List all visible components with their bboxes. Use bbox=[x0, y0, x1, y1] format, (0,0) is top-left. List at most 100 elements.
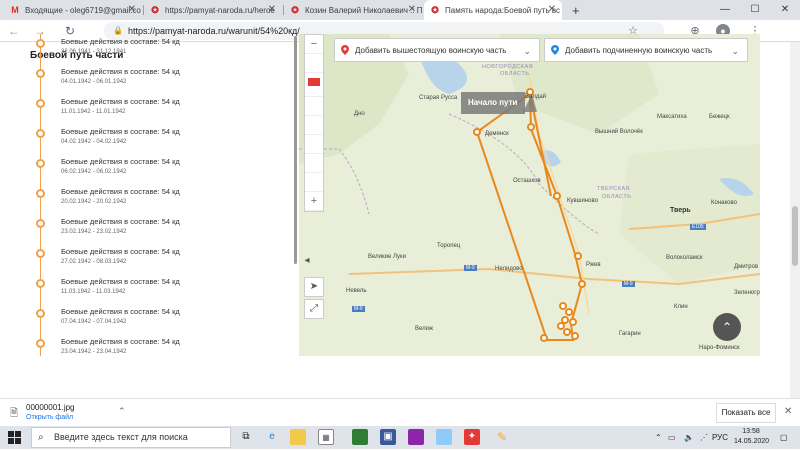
language-indicator[interactable]: РУС bbox=[712, 426, 728, 449]
close-download-bar-icon[interactable]: ✕ bbox=[784, 406, 792, 417]
timeline-item[interactable]: Боевые действия в составе: 54 кд 11.03.19… bbox=[30, 276, 290, 306]
timeline-item-dates: 23.04.1942 - 23.04.1942 bbox=[61, 349, 127, 355]
maximize-icon[interactable]: ☐ bbox=[740, 0, 770, 20]
fullscreen-icon[interactable]: ⤢ bbox=[304, 299, 324, 319]
taskbar-search-input[interactable]: ⌕ Введите здесь текст для поиска bbox=[31, 427, 231, 448]
timeline-dot bbox=[36, 39, 45, 48]
map-place-label: Бежецк bbox=[709, 114, 730, 120]
page-scrollbar[interactable] bbox=[790, 42, 800, 398]
download-filename[interactable]: 00000001.jpg bbox=[26, 403, 75, 412]
map-place-label: Наро-Фоминск bbox=[699, 345, 740, 351]
show-all-downloads-button[interactable]: Показать все bbox=[716, 403, 776, 423]
zoom-in-button[interactable]: + bbox=[305, 192, 323, 211]
map-place-label: Конаково bbox=[711, 200, 737, 206]
scroll-to-top-button[interactable]: ⌃ bbox=[713, 313, 741, 341]
timeline-scrollbar[interactable] bbox=[294, 36, 297, 264]
timeline-item[interactable]: Боевые действия в составе: 54 кд 22.06.19… bbox=[30, 36, 290, 66]
app-icon-lightblue[interactable] bbox=[436, 429, 452, 445]
tab-boevoy-put[interactable]: ✪ Память народа:Боевой путь вс ✕ bbox=[424, 0, 562, 20]
zoom-out-button[interactable]: − bbox=[305, 35, 323, 54]
map-place-label: Кувшиново bbox=[567, 198, 598, 204]
clock[interactable]: 13:58 14.05.2020 bbox=[734, 427, 769, 447]
timeline-item[interactable]: Боевые действия в составе: 54 кд 07.04.19… bbox=[30, 306, 290, 336]
collapse-panel-arrow-icon[interactable]: ◂ bbox=[302, 252, 312, 272]
wifi-icon[interactable]: ⋰ bbox=[700, 426, 708, 449]
timeline-item-label: Боевые действия в составе: 54 кд bbox=[61, 187, 180, 196]
timeline-item[interactable]: Боевые действия в составе: 54 кд 23.04.19… bbox=[30, 336, 290, 356]
map-place-label: Великие Луки bbox=[368, 254, 406, 260]
map-place-label: Клин bbox=[674, 304, 688, 310]
windows-start-icon[interactable] bbox=[8, 431, 22, 445]
timeline-item-label: Боевые действия в составе: 54 кд bbox=[61, 217, 180, 226]
timeline-item[interactable]: Боевые действия в составе: 54 кд 20.02.19… bbox=[30, 186, 290, 216]
zoom-level-indicator[interactable] bbox=[305, 78, 323, 97]
close-tab-icon[interactable]: ✕ bbox=[548, 4, 556, 15]
map-place-label: НОВГОРОДСКАЯ bbox=[482, 64, 534, 70]
app-icon-red[interactable]: ✦ bbox=[464, 429, 480, 445]
timeline-dot bbox=[36, 189, 45, 198]
map-place-label: Ржев bbox=[586, 262, 601, 268]
clock-time: 13:58 bbox=[742, 428, 760, 435]
add-subordinate-unit-select[interactable]: Добавить подчиненную воинскую часть ⌄ bbox=[544, 38, 748, 62]
network-icon[interactable]: ▭ bbox=[668, 426, 676, 449]
timeline-dot bbox=[36, 339, 45, 348]
download-open-link[interactable]: Открыть файл bbox=[26, 414, 73, 421]
notifications-icon[interactable]: ▢ bbox=[780, 426, 788, 449]
red-pin-icon bbox=[341, 45, 349, 55]
map-place-label: Велиж bbox=[415, 326, 434, 332]
timeline-dot bbox=[36, 219, 45, 228]
close-tab-icon[interactable]: ✕ bbox=[128, 4, 136, 15]
gmail-icon: M bbox=[11, 5, 19, 15]
locate-icon[interactable]: ➤ bbox=[304, 277, 324, 297]
app-icon-yellow[interactable]: ✎ bbox=[494, 429, 510, 445]
edge-browser-icon[interactable]: e bbox=[264, 429, 280, 445]
timeline-item[interactable]: Боевые действия в составе: 54 кд 04.01.19… bbox=[30, 66, 290, 96]
download-chevron-icon[interactable]: ⌃ bbox=[118, 406, 126, 417]
map-place-label: Максатиха bbox=[657, 114, 687, 120]
timeline-item-label: Боевые действия в составе: 54 кд bbox=[61, 337, 180, 346]
timeline-item[interactable]: Боевые действия в составе: 54 кд 27.02.19… bbox=[30, 246, 290, 276]
timeline-item[interactable]: Боевые действия в составе: 54 кд 04.02.19… bbox=[30, 126, 290, 156]
store-icon[interactable]: ▦ bbox=[318, 429, 334, 445]
file-explorer-icon[interactable] bbox=[290, 429, 306, 445]
map-place-label: М-9 bbox=[464, 265, 477, 271]
app-icon-blue[interactable]: ▣ bbox=[380, 429, 396, 445]
timeline-item[interactable]: Боевые действия в составе: 54 кд 11.01.19… bbox=[30, 96, 290, 126]
tab-pamyat-heroes[interactable]: ✪ https://pamyat-naroda.ru/heroe ✕ bbox=[144, 0, 282, 20]
volume-icon[interactable]: 🔈 bbox=[684, 426, 694, 449]
map-place-label: ОБЛАСТЬ bbox=[602, 194, 632, 200]
timeline-item-label: Боевые действия в составе: 54 кд bbox=[61, 67, 180, 76]
timeline-item-label: Боевые действия в составе: 54 кд bbox=[61, 277, 180, 286]
task-view-icon[interactable]: ⧉ bbox=[238, 429, 254, 445]
star-icon: ✪ bbox=[431, 4, 439, 15]
close-window-icon[interactable]: ✕ bbox=[770, 0, 800, 20]
close-tab-icon[interactable]: ✕ bbox=[268, 4, 276, 15]
map-place-label: Торопец bbox=[437, 243, 461, 249]
map-place-label: Зеленоград bbox=[734, 290, 760, 296]
timeline-item[interactable]: Боевые действия в составе: 54 кд 06.02.19… bbox=[30, 156, 290, 186]
timeline-item-dates: 20.02.1942 - 20.02.1942 bbox=[61, 199, 127, 205]
map-zoom-control: − + bbox=[304, 34, 324, 212]
map-place-label: Старая Русса bbox=[419, 95, 458, 101]
add-higher-unit-select[interactable]: Добавить вышестоящую воинскую часть ⌄ bbox=[334, 38, 540, 62]
app-icon-purple[interactable] bbox=[408, 429, 424, 445]
minimize-icon[interactable]: — bbox=[710, 0, 740, 20]
tab-gmail[interactable]: M Входящие - oleg6719@gmail.co ✕ bbox=[4, 0, 142, 20]
file-icon: 🗎 bbox=[10, 408, 19, 419]
battle-path-map[interactable]: НОВГОРОДСКАЯ ОБЛАСТЬ ТВЕРСКАЯ ОБЛАСТЬ Старая… bbox=[299, 34, 760, 356]
back-arrow-icon[interactable]: ← bbox=[6, 23, 22, 39]
blue-pin-icon bbox=[551, 45, 559, 55]
new-tab-button[interactable]: + bbox=[566, 0, 582, 20]
timeline-item[interactable]: Боевые действия в составе: 54 кд 23.02.19… bbox=[30, 216, 290, 246]
timeline-item-dates: 11.01.1942 - 11.01.1942 bbox=[61, 109, 126, 115]
map-place-label: Демянск bbox=[485, 131, 509, 137]
tab-kozin[interactable]: ✪ Козин Валерий Николаевич :: П ✕ bbox=[284, 0, 422, 20]
tray-up-arrow-icon[interactable]: ⌃ bbox=[655, 426, 662, 449]
timeline-item-label: Боевые действия в составе: 54 кд bbox=[61, 247, 180, 256]
timeline-dot bbox=[36, 69, 45, 78]
close-tab-icon[interactable]: ✕ bbox=[408, 4, 416, 15]
timeline-dot bbox=[36, 309, 45, 318]
timeline-dot bbox=[36, 249, 45, 258]
app-icon-green[interactable] bbox=[352, 429, 368, 445]
timeline-dot bbox=[36, 129, 45, 138]
